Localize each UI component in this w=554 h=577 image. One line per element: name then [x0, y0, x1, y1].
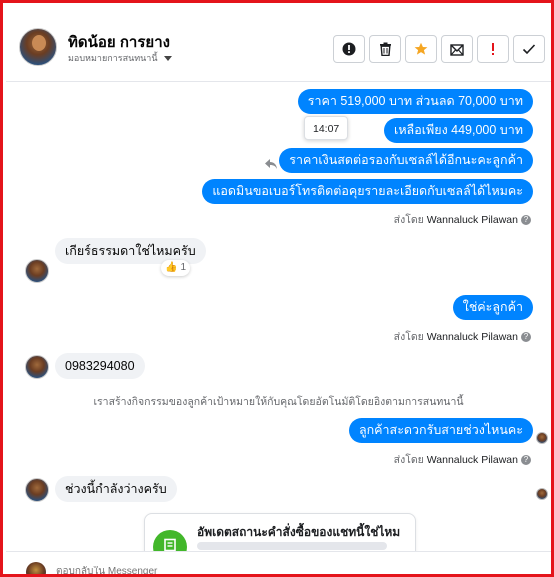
alert-circle-icon: [342, 42, 356, 56]
contact-avatar-small[interactable]: [25, 355, 49, 379]
chevron-down-icon: [163, 55, 172, 61]
app-frame: ทิดน้อย การยาง มอบหมายการสนทนานี้ ราคา 5…: [0, 0, 554, 577]
mark-unread-button[interactable]: [441, 35, 473, 63]
sent-by-label: ส่งโดย Wannaluck Pilawan?: [394, 211, 531, 228]
check-icon: [522, 44, 536, 55]
report-button[interactable]: [333, 35, 365, 63]
read-receipt-avatar: [536, 488, 548, 500]
reply-composer: [6, 551, 551, 574]
flag-important-button[interactable]: [477, 35, 509, 63]
star-icon: [414, 42, 428, 55]
header-actions: [333, 35, 545, 63]
order-card-subtitle: [197, 542, 387, 550]
contact-avatar-small[interactable]: [25, 478, 49, 502]
incoming-message[interactable]: ช่วงนี้กำลังว่างครับ: [55, 476, 177, 502]
outgoing-message[interactable]: ลูกค้าสะดวกรับสายช่วงไหนคะ: [348, 418, 533, 443]
outgoing-message[interactable]: เหลือเพียง 449,000 บาท: [384, 118, 533, 143]
done-button[interactable]: [513, 35, 545, 63]
contact-avatar[interactable]: [19, 28, 57, 66]
assign-conversation-dropdown[interactable]: มอบหมายการสนทนานี้: [68, 51, 172, 65]
message-reaction[interactable]: 👍 1: [161, 260, 191, 276]
star-button[interactable]: [405, 35, 437, 63]
receipt-icon: [164, 538, 176, 552]
trash-icon: [379, 42, 391, 56]
timestamp-tooltip: 14:07: [304, 116, 349, 140]
sender-name[interactable]: Wannaluck Pilawan: [427, 214, 518, 226]
help-icon[interactable]: ?: [521, 332, 531, 342]
incoming-message[interactable]: 0983294080: [55, 353, 145, 379]
sent-by-label: ส่งโดย Wannaluck Pilawan?: [394, 451, 531, 468]
sent-by-label: ส่งโดย Wannaluck Pilawan?: [394, 328, 531, 345]
page-avatar: [26, 562, 46, 574]
message-thread[interactable]: ราคา 519,000 บาท ส่วนลด 70,000 บาท 14:07…: [6, 83, 551, 564]
reply-input[interactable]: [56, 566, 356, 574]
outgoing-message[interactable]: ราคา 519,000 บาท ส่วนลด 70,000 บาท: [297, 89, 533, 114]
sender-name[interactable]: Wannaluck Pilawan: [427, 331, 518, 343]
sender-name[interactable]: Wannaluck Pilawan: [427, 454, 518, 466]
outgoing-message[interactable]: ใช่ค่ะลูกค้า: [452, 295, 533, 320]
exclamation-icon: [492, 43, 494, 55]
contact-avatar-small[interactable]: [25, 259, 49, 283]
envelope-icon: [450, 43, 464, 56]
read-receipt-avatar: [536, 432, 548, 444]
help-icon[interactable]: ?: [521, 455, 531, 465]
outgoing-message[interactable]: แอดมินขอเบอร์โทรติดต่อคุยรายละเอียดกับเซ…: [202, 179, 533, 204]
order-card-title: อัพเดตสถานะคำสั่งซื้อของแชทนี้ใช่ไหม: [197, 525, 401, 539]
reaction-count: 1: [180, 262, 187, 273]
system-note: เราสร้างกิจกรรมของลูกค้าเป้าหมายให้กับคุ…: [93, 396, 464, 408]
thumbs-up-icon: 👍: [165, 262, 178, 273]
help-icon[interactable]: ?: [521, 215, 531, 225]
delete-button[interactable]: [369, 35, 401, 63]
reply-icon[interactable]: [264, 158, 278, 170]
conversation-header: ทิดน้อย การยาง มอบหมายการสนทนานี้: [6, 6, 551, 82]
assign-label: มอบหมายการสนทนานี้: [68, 53, 158, 63]
outgoing-message[interactable]: ราคาเงินสดต่อรองกับเซลล์ได้อีกนะคะลูกค้า: [279, 148, 533, 173]
